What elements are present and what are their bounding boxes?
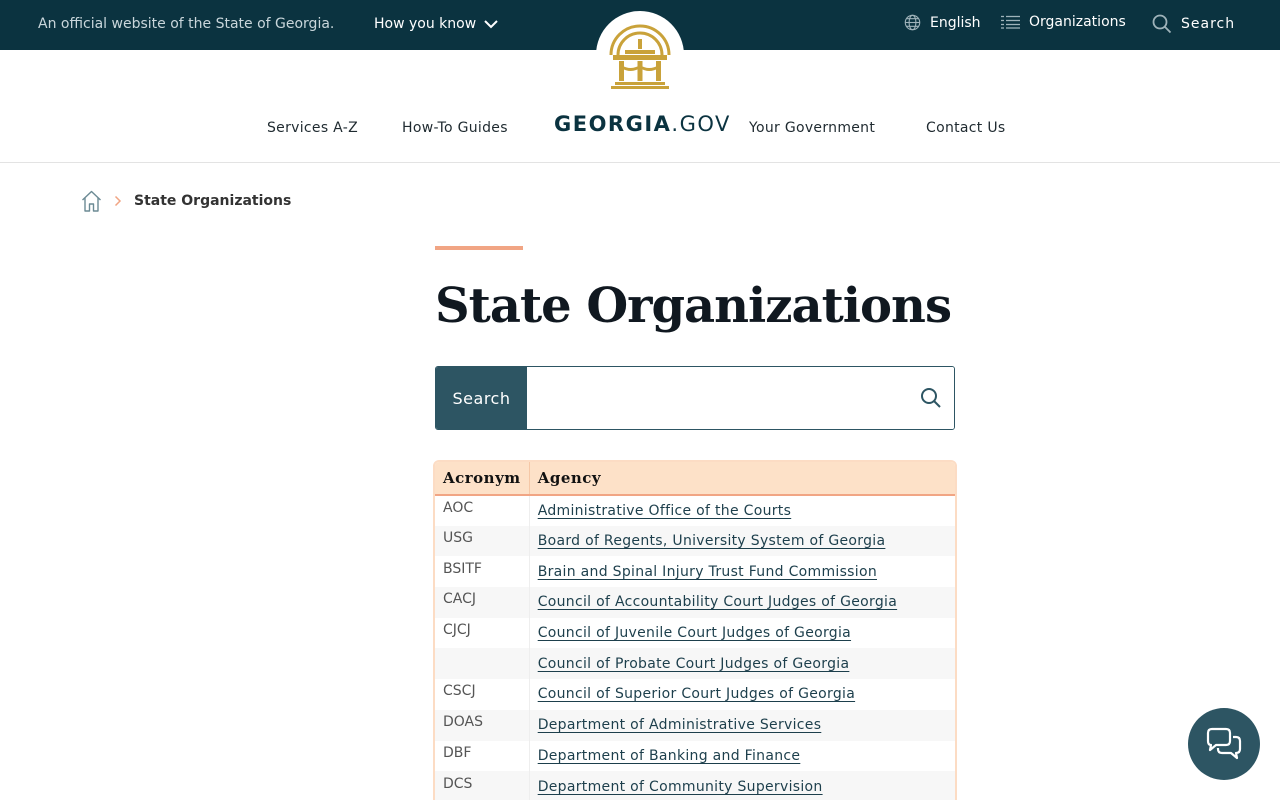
- top-search-button[interactable]: Search: [1152, 14, 1235, 34]
- breadcrumb-current: State Organizations: [134, 193, 292, 209]
- acronym-cell: CACJ: [435, 587, 530, 618]
- table-row: DCS Department of Community Supervision: [435, 771, 955, 800]
- table-row: USG Board of Regents, University System o…: [435, 525, 955, 557]
- chat-button[interactable]: [1188, 708, 1260, 780]
- brand-name: GEORGIA: [554, 112, 672, 136]
- agency-cell: Brain and Spinal Injury Trust Fund Commi…: [529, 556, 955, 587]
- agency-cell: Council of Juvenile Court Judges of Geor…: [529, 618, 955, 649]
- acronym-cell: CSCJ: [435, 679, 530, 710]
- organizations-link[interactable]: Organizations: [1001, 14, 1126, 30]
- title-accent-rule: [435, 246, 523, 250]
- table-row: CACJ Council of Accountability Court Judg…: [435, 587, 955, 618]
- agency-cell: Department of Community Supervision: [529, 771, 955, 800]
- georgia-gov-wordmark[interactable]: GEORGIA.GOV: [554, 112, 731, 136]
- acronym-cell: [435, 648, 530, 680]
- acronym-cell: DOAS: [435, 709, 530, 741]
- agency-link[interactable]: Board of Regents, University System of G…: [538, 533, 886, 549]
- nav-contact-us[interactable]: Contact Us: [926, 120, 1005, 136]
- home-icon[interactable]: [81, 190, 102, 212]
- georgia-seal-icon: [609, 24, 671, 89]
- chat-bubbles-icon: [1206, 727, 1242, 760]
- nav-services-a-z[interactable]: Services A-Z: [267, 120, 358, 136]
- agency-cell: Board of Regents, University System of G…: [529, 525, 955, 557]
- brand-suffix: .GOV: [671, 112, 731, 136]
- search-input[interactable]: [527, 367, 954, 429]
- organizations-label: Organizations: [1029, 14, 1126, 30]
- chevron-right-icon: [114, 195, 122, 207]
- how-you-know-toggle[interactable]: How you know: [374, 16, 498, 32]
- language-selector[interactable]: English: [904, 14, 981, 31]
- agency-link[interactable]: Council of Probate Court Judges of Georg…: [538, 656, 850, 672]
- agency-link[interactable]: Council of Superior Court Judges of Geor…: [538, 686, 855, 702]
- nav-how-to-guides[interactable]: How-To Guides: [402, 120, 508, 136]
- breadcrumb: State Organizations: [81, 190, 291, 212]
- agency-link[interactable]: Council of Juvenile Court Judges of Geor…: [538, 625, 851, 641]
- agency-cell: Department of Banking and Finance: [529, 741, 955, 772]
- acronym-column-header: Acronym: [435, 462, 530, 496]
- agency-link[interactable]: Brain and Spinal Injury Trust Fund Commi…: [538, 564, 877, 580]
- agency-cell: Council of Superior Court Judges of Geor…: [529, 679, 955, 710]
- acronym-cell: USG: [435, 525, 530, 557]
- agency-link[interactable]: Council of Accountability Court Judges o…: [538, 594, 897, 610]
- table-row: DBF Department of Banking and Finance: [435, 740, 955, 772]
- nav-your-government[interactable]: Your Government: [749, 120, 875, 136]
- search-button[interactable]: Search: [436, 367, 527, 429]
- acronym-cell: CJCJ: [435, 617, 530, 649]
- globe-icon: [904, 14, 921, 31]
- chevron-down-icon: [484, 20, 498, 29]
- organizations-table: Acronym Agency AOC Administrative Office …: [433, 460, 957, 800]
- agency-link[interactable]: Department of Administrative Services: [538, 717, 822, 733]
- agency-cell: Administrative Office of the Courts: [529, 495, 955, 526]
- how-you-know-label: How you know: [374, 16, 477, 32]
- agency-link[interactable]: Department of Community Supervision: [538, 779, 823, 795]
- language-label: English: [930, 14, 981, 31]
- table-header-row: Acronym Agency: [435, 462, 955, 496]
- acronym-cell: BSITF: [435, 556, 530, 588]
- agency-cell: Council of Probate Court Judges of Georg…: [529, 648, 955, 680]
- table-row: CJCJ Council of Juvenile Court Judges of …: [435, 617, 955, 649]
- table-row: BSITF Brain and Spinal Injury Trust Fund …: [435, 556, 955, 588]
- table-row: CSCJ Council of Superior Court Judges of …: [435, 679, 955, 710]
- acronym-cell: AOC: [435, 495, 530, 526]
- table-row: DOAS Department of Administrative Service…: [435, 709, 955, 741]
- top-search-label: Search: [1181, 16, 1236, 32]
- georgia-seal-logo[interactable]: [596, 11, 684, 99]
- acronym-cell: DBF: [435, 740, 530, 772]
- page-title: State Organizations: [435, 278, 952, 334]
- agency-cell: Department of Administrative Services: [529, 709, 955, 741]
- agency-cell: Council of Accountability Court Judges o…: [529, 587, 955, 618]
- agency-column-header: Agency: [529, 462, 955, 496]
- acronym-cell: DCS: [435, 771, 530, 800]
- list-icon: [1001, 15, 1020, 29]
- organization-search: Search: [435, 366, 955, 430]
- agency-link[interactable]: Department of Banking and Finance: [538, 748, 801, 764]
- table-row: Council of Probate Court Judges of Georg…: [435, 648, 955, 680]
- agency-link[interactable]: Administrative Office of the Courts: [538, 503, 792, 519]
- search-icon: [1152, 14, 1172, 34]
- table-row: AOC Administrative Office of the Courts: [435, 495, 955, 526]
- search-icon[interactable]: [920, 387, 942, 409]
- official-site-text: An official website of the State of Geor…: [38, 16, 335, 32]
